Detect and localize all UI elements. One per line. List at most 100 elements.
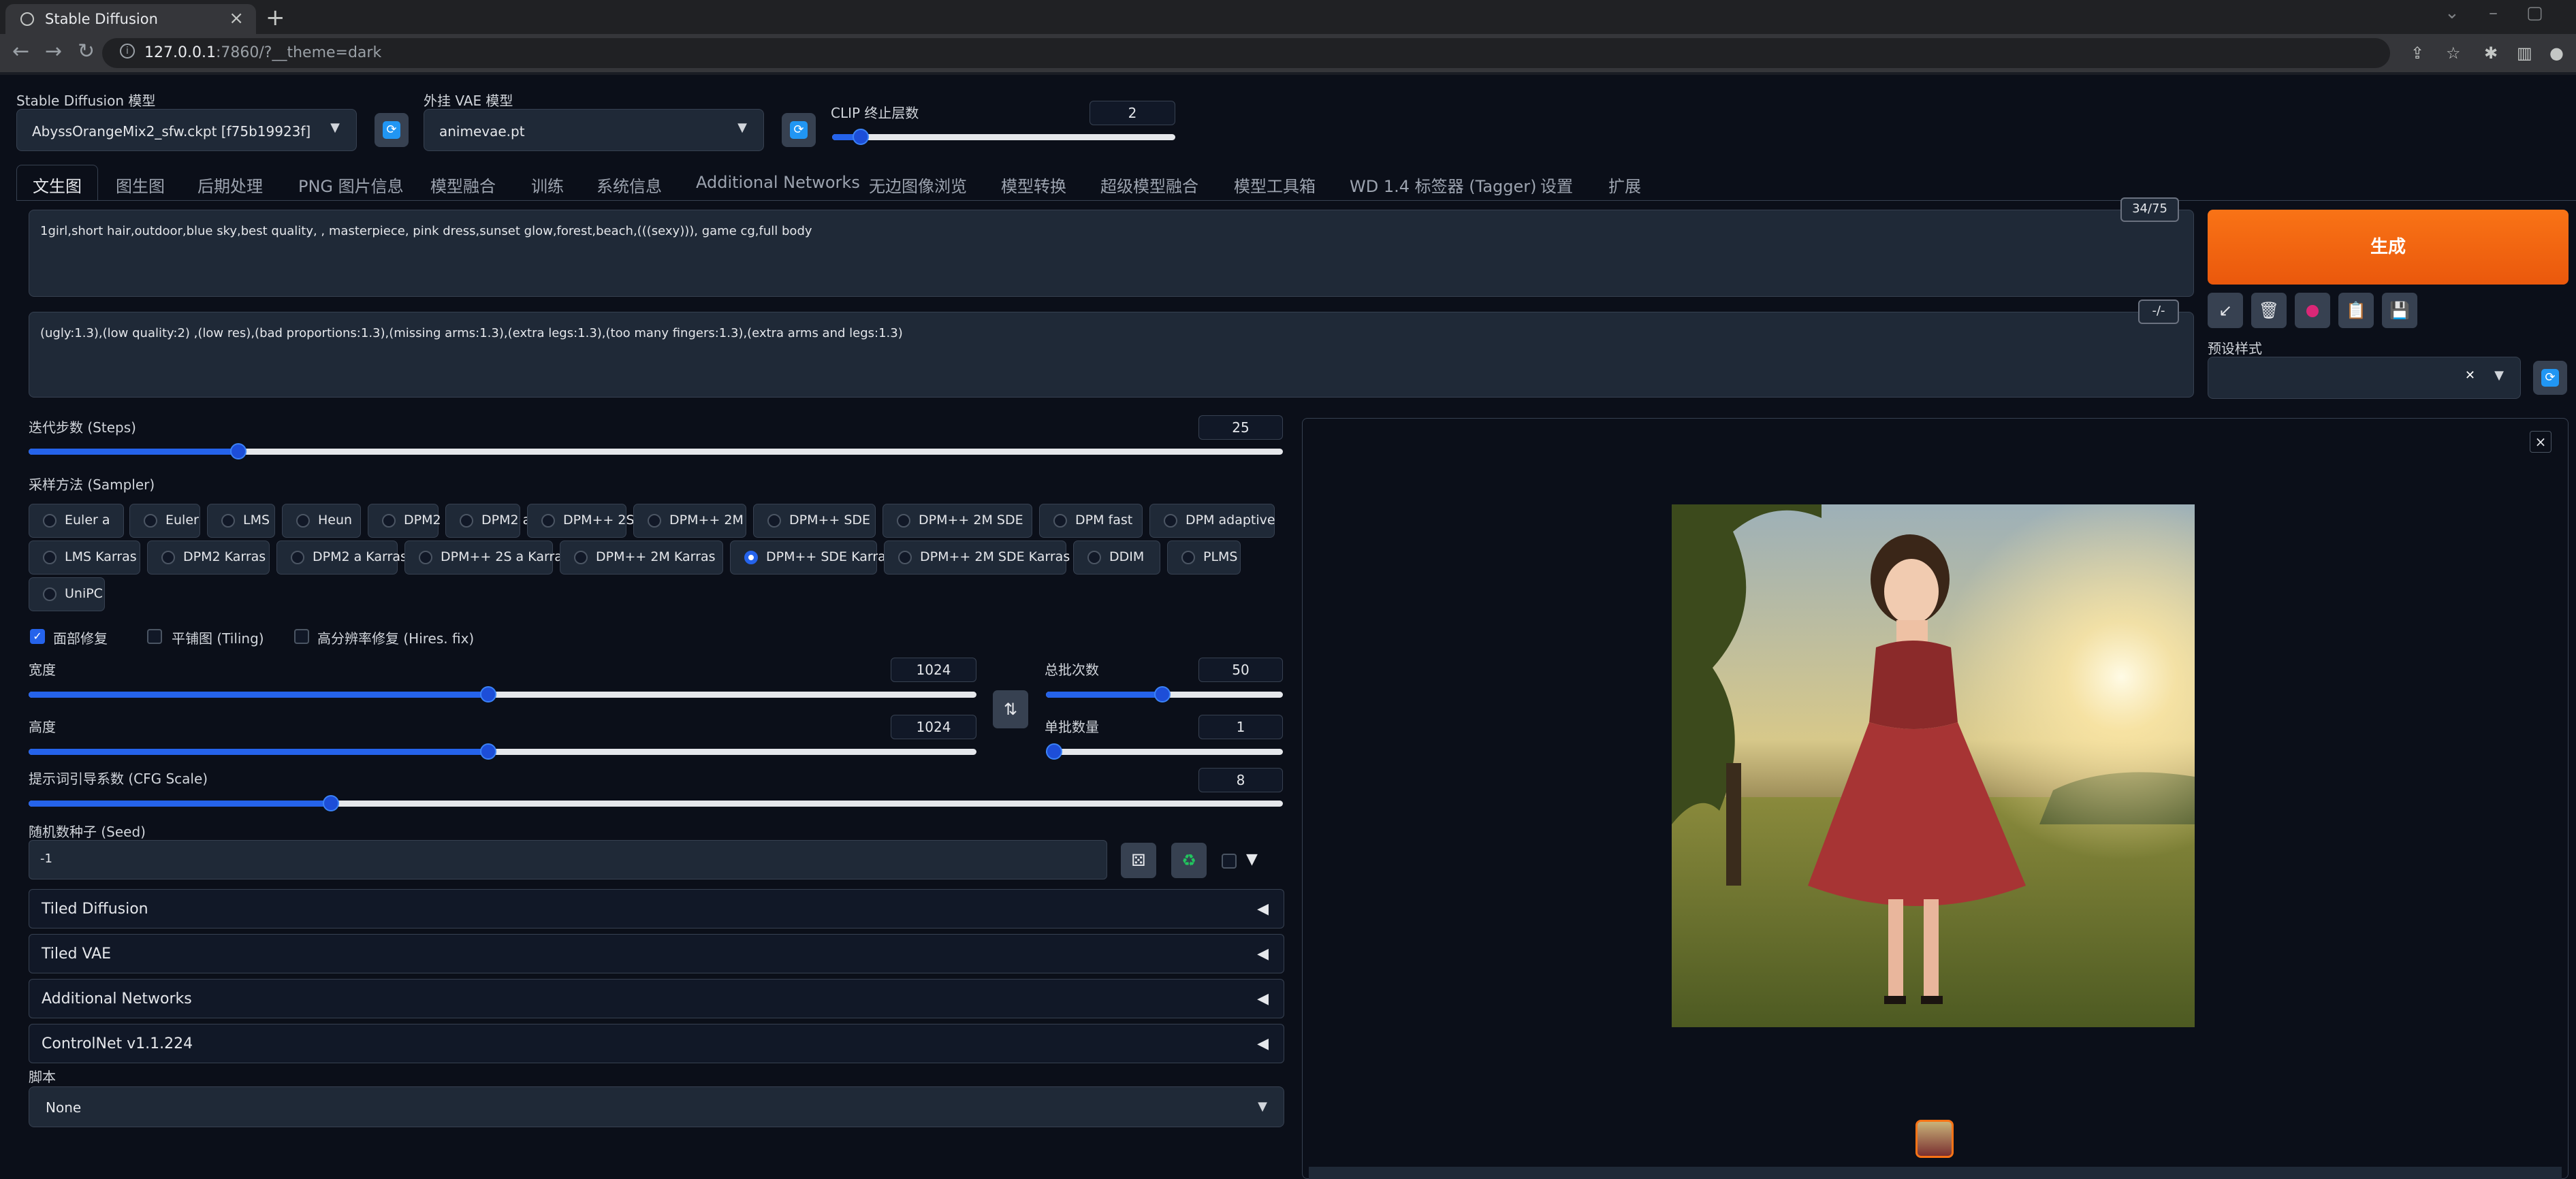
extensions-icon[interactable]: ✱ xyxy=(2484,44,2498,63)
cfg-slider[interactable] xyxy=(29,795,1283,811)
accordion-panel[interactable]: Additional Networks ◀ xyxy=(29,979,1284,1018)
sampler-option[interactable]: DPM++ 2S a Karras xyxy=(404,540,569,575)
back-icon[interactable]: ← xyxy=(12,39,29,63)
tab-5[interactable]: 模型融合 xyxy=(430,173,496,197)
new-tab-icon[interactable]: + xyxy=(266,4,285,31)
tab-10[interactable]: 模型转换 xyxy=(1001,173,1066,197)
slider-thumb[interactable] xyxy=(480,686,496,702)
generated-image[interactable] xyxy=(1672,504,2195,1027)
address-bar[interactable]: i 127.0.0.1:7860/?__theme=dark xyxy=(102,38,2390,68)
sampler-option[interactable]: DPM++ 2M SDE Karras xyxy=(884,540,1070,575)
clip-slider[interactable] xyxy=(832,129,1175,145)
generate-button[interactable]: 生成 xyxy=(2208,210,2569,285)
refresh-vae-button[interactable]: ⟳ xyxy=(782,113,816,147)
accordion-panel[interactable]: Tiled VAE ◀ xyxy=(29,934,1284,973)
sampler-option[interactable]: Heun xyxy=(282,504,361,538)
prompt-input[interactable]: 1girl,short hair,outdoor,blue sky,best q… xyxy=(29,210,2194,297)
tab-3[interactable]: 后期处理 xyxy=(197,173,263,197)
tiling-checkbox[interactable] xyxy=(147,629,162,644)
slider-thumb[interactable] xyxy=(323,795,339,811)
steps-slider[interactable] xyxy=(29,443,1283,459)
extra-seed-toggle-icon[interactable]: ▼ xyxy=(1246,851,1258,868)
clip-value-input[interactable]: 2 xyxy=(1090,101,1175,125)
close-tab-icon[interactable]: × xyxy=(229,8,244,29)
slider-thumb[interactable] xyxy=(853,129,869,145)
width-value-input[interactable]: 1024 xyxy=(891,658,976,682)
tab-15[interactable]: 扩展 xyxy=(1608,173,1641,197)
sampler-option[interactable]: DPM++ SDE xyxy=(753,504,876,538)
sampler-option[interactable]: DPM fast xyxy=(1039,504,1143,538)
side-panel-icon[interactable]: ▥ xyxy=(2517,44,2532,63)
steps-value-input[interactable]: 25 xyxy=(1198,415,1283,440)
bookmark-star-icon[interactable]: ☆ xyxy=(2446,44,2461,63)
cfg-value-input[interactable]: 8 xyxy=(1198,768,1283,792)
negative-prompt-input[interactable]: (ugly:1.3),(low quality:2) ,(low res),(b… xyxy=(29,312,2194,398)
profile-icon[interactable]: ● xyxy=(2549,44,2564,63)
sampler-option[interactable]: DPM++ 2M SDE xyxy=(882,504,1032,538)
accordion-panel[interactable]: ControlNet v1.1.224 ◀ xyxy=(29,1024,1284,1063)
tab-9[interactable]: 无边图像浏览 xyxy=(869,173,967,197)
tab-6[interactable]: 训练 xyxy=(531,173,564,197)
batch-size-slider[interactable] xyxy=(1046,743,1283,760)
model-dropdown[interactable]: AbyssOrangeMix2_sfw.ckpt [f75b19923f] ▼ xyxy=(16,109,357,151)
trash-icon[interactable]: 🗑 xyxy=(2251,293,2287,328)
sampler-option[interactable]: DPM++ SDE Karras xyxy=(730,540,893,575)
script-dropdown[interactable]: None ▼ xyxy=(29,1086,1284,1127)
reload-icon[interactable]: ↻ xyxy=(78,39,95,63)
tab-7[interactable]: 系统信息 xyxy=(597,173,662,197)
sampler-option[interactable]: Euler a xyxy=(29,504,124,538)
tab-search-icon[interactable]: ⌄ xyxy=(2445,3,2460,23)
browser-tab[interactable]: Stable Diffusion × xyxy=(5,4,256,34)
extra-seed-checkbox[interactable] xyxy=(1222,854,1237,869)
info-icon[interactable]: i xyxy=(120,44,135,59)
sampler-option[interactable]: DDIM xyxy=(1073,540,1160,575)
width-slider[interactable] xyxy=(29,686,976,702)
refresh-model-button[interactable]: ⟳ xyxy=(375,113,409,147)
sampler-option[interactable]: LMS xyxy=(207,504,275,538)
random-seed-button[interactable]: ⚄ xyxy=(1121,843,1156,878)
slider-thumb[interactable] xyxy=(1046,743,1062,760)
maximize-icon[interactable]: ▢ xyxy=(2526,3,2543,23)
batch-count-value-input[interactable]: 50 xyxy=(1198,658,1283,682)
restore-faces-checkbox[interactable]: ✓ xyxy=(30,629,45,644)
gallery-scrollbar[interactable] xyxy=(1309,1167,2562,1179)
gallery-thumbnail[interactable] xyxy=(1915,1120,1954,1158)
accordion-panel[interactable]: Tiled Diffusion ◀ xyxy=(29,889,1284,928)
sampler-option[interactable]: Euler xyxy=(129,504,200,538)
refresh-styles-button[interactable]: ⟳ xyxy=(2533,361,2567,395)
tab-11[interactable]: 超级模型融合 xyxy=(1100,173,1198,197)
tab-12[interactable]: 模型工具箱 xyxy=(1234,173,1316,197)
height-value-input[interactable]: 1024 xyxy=(891,715,976,739)
slider-thumb[interactable] xyxy=(1154,686,1171,702)
sampler-option[interactable]: DPM2 a xyxy=(445,504,530,538)
slider-thumb[interactable] xyxy=(480,743,496,760)
clipboard-icon[interactable]: 📋 xyxy=(2338,293,2374,328)
swap-dimensions-button[interactable]: ⇅ xyxy=(993,690,1028,728)
tab-14[interactable]: 设置 xyxy=(1540,173,1573,197)
tab-2[interactable]: 图生图 xyxy=(116,173,165,197)
batch-count-slider[interactable] xyxy=(1046,686,1283,702)
height-slider[interactable] xyxy=(29,743,976,760)
sampler-option[interactable]: PLMS xyxy=(1167,540,1241,575)
close-gallery-icon[interactable]: × xyxy=(2530,431,2551,453)
sampler-option[interactable]: DPM adaptive xyxy=(1149,504,1275,538)
clear-icon[interactable]: ✕ xyxy=(2465,368,2475,383)
sampler-option[interactable]: DPM2 Karras xyxy=(147,540,270,575)
minimize-icon[interactable]: – xyxy=(2489,3,2498,23)
sampler-option[interactable]: DPM++ 2S a xyxy=(527,504,646,538)
sampler-option[interactable]: DPM2 xyxy=(368,504,441,538)
sampler-option[interactable]: DPM++ 2M xyxy=(633,504,746,538)
picture-icon[interactable] xyxy=(2295,293,2330,328)
sampler-option[interactable]: UniPC xyxy=(29,577,105,611)
arrow-icon[interactable]: ↙ xyxy=(2208,293,2243,328)
share-icon[interactable]: ⇪ xyxy=(2411,44,2424,63)
sampler-option[interactable]: LMS Karras xyxy=(29,540,140,575)
tab-1[interactable]: 文生图 xyxy=(33,173,82,197)
save-icon[interactable]: 💾 xyxy=(2382,293,2417,328)
hires-fix-checkbox[interactable] xyxy=(294,629,309,644)
seed-input[interactable]: -1 xyxy=(29,840,1107,879)
sampler-option[interactable]: DPM2 a Karras xyxy=(276,540,407,575)
sampler-option[interactable]: DPM++ 2M Karras xyxy=(560,540,723,575)
tab-4[interactable]: PNG 图片信息 xyxy=(298,173,404,197)
batch-size-value-input[interactable]: 1 xyxy=(1198,715,1283,739)
